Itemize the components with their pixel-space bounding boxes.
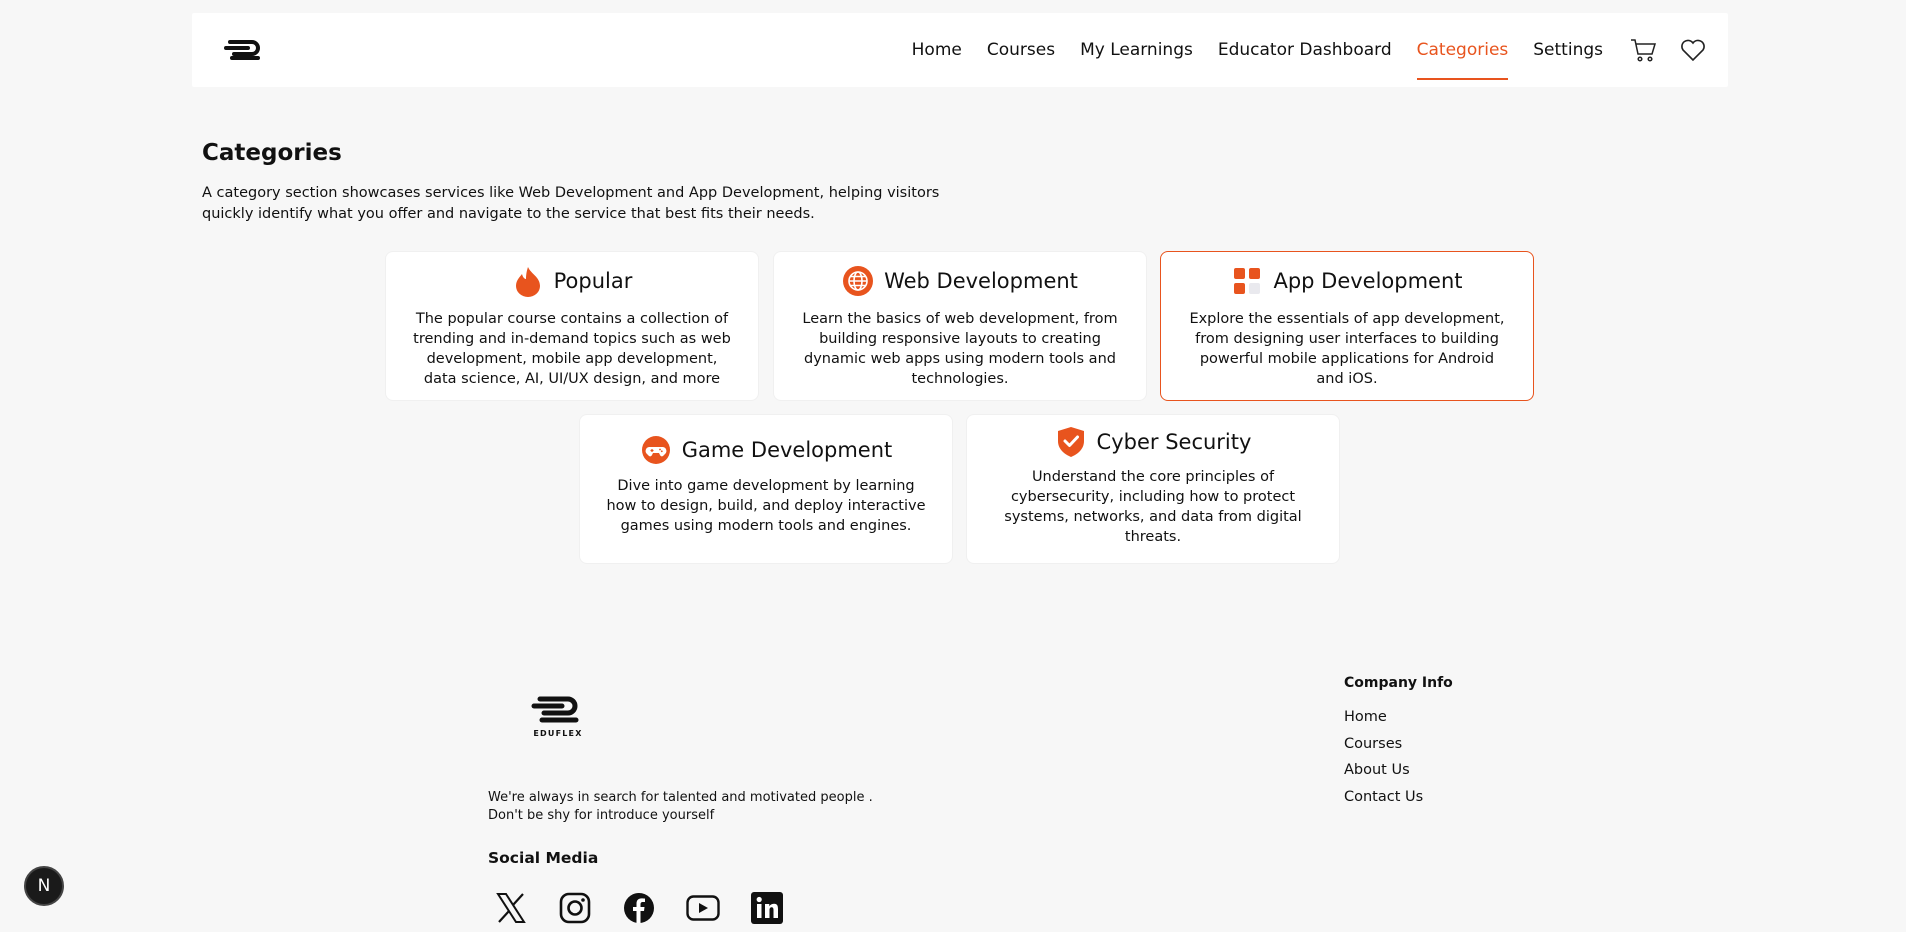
card-description: Explore the essentials of app developmen… xyxy=(1189,311,1505,387)
category-card-cyber-security[interactable]: Cyber Security Understand the core princ… xyxy=(966,414,1340,564)
card-title: App Development xyxy=(1273,269,1463,293)
company-info-heading: Company Info xyxy=(1344,675,1453,691)
instagram-icon[interactable] xyxy=(558,891,592,925)
logo-icon[interactable] xyxy=(224,35,264,63)
dev-tools-badge[interactable]: N xyxy=(24,866,64,906)
card-description: Understand the core principles of cybers… xyxy=(1004,469,1302,545)
category-card-game-development[interactable]: Game Development Dive into game developm… xyxy=(579,414,953,564)
page-description: A category section showcases services li… xyxy=(202,185,940,222)
cart-icon[interactable] xyxy=(1628,35,1658,65)
card-description: The popular course contains a collection… xyxy=(413,311,731,387)
nav-home[interactable]: Home xyxy=(912,13,962,87)
footer-link-about-us[interactable]: About Us xyxy=(1344,757,1453,784)
category-card-popular[interactable]: Popular The popular course contains a co… xyxy=(385,251,759,401)
nav-categories[interactable]: Categories xyxy=(1416,13,1508,87)
category-card-app-development[interactable]: App Development Explore the essentials o… xyxy=(1160,251,1534,401)
footer-logo-icon[interactable]: EDUFLEX xyxy=(528,693,588,741)
category-card-web-development[interactable]: Web Development Learn the basics of web … xyxy=(773,251,1147,401)
card-description: Learn the basics of web development, fro… xyxy=(802,311,1118,387)
card-title: Web Development xyxy=(884,269,1078,293)
social-media-heading: Social Media xyxy=(488,849,599,867)
globe-icon xyxy=(842,265,874,297)
nav-my-learnings[interactable]: My Learnings xyxy=(1080,13,1193,87)
footer-blurb-line: We're always in search for talented and … xyxy=(488,790,873,805)
youtube-icon[interactable] xyxy=(686,891,720,925)
card-title: Popular xyxy=(553,269,633,293)
shield-check-icon xyxy=(1055,426,1087,458)
flame-icon xyxy=(512,265,544,297)
card-title: Cyber Security xyxy=(1096,430,1252,454)
svg-text:EDUFLEX: EDUFLEX xyxy=(533,729,582,738)
card-description: Dive into game development by learning h… xyxy=(606,478,926,534)
apps-grid-icon xyxy=(1231,265,1263,297)
linkedin-icon[interactable] xyxy=(750,891,784,925)
page-title: Categories xyxy=(202,140,342,166)
main-nav: Home Courses My Learnings Educator Dashb… xyxy=(912,13,1728,87)
nav-educator-dashboard[interactable]: Educator Dashboard xyxy=(1218,13,1392,87)
gamepad-icon xyxy=(640,434,672,466)
card-title: Game Development xyxy=(681,438,893,462)
facebook-icon[interactable] xyxy=(622,891,656,925)
footer-link-courses[interactable]: Courses xyxy=(1344,731,1453,758)
footer-link-contact-us[interactable]: Contact Us xyxy=(1344,784,1453,811)
company-info: Company Info Home Courses About Us Conta… xyxy=(1344,675,1453,810)
nav-courses[interactable]: Courses xyxy=(987,13,1055,87)
top-navbar: Home Courses My Learnings Educator Dashb… xyxy=(192,13,1728,87)
footer-link-home[interactable]: Home xyxy=(1344,704,1453,731)
x-icon[interactable] xyxy=(494,891,528,925)
footer-blurb: We're always in search for talented and … xyxy=(488,789,873,825)
footer-blurb-line: Don't be shy for introduce yourself xyxy=(488,808,715,823)
nav-settings[interactable]: Settings xyxy=(1533,13,1603,87)
social-icons xyxy=(494,891,784,925)
heart-icon[interactable] xyxy=(1678,35,1708,65)
